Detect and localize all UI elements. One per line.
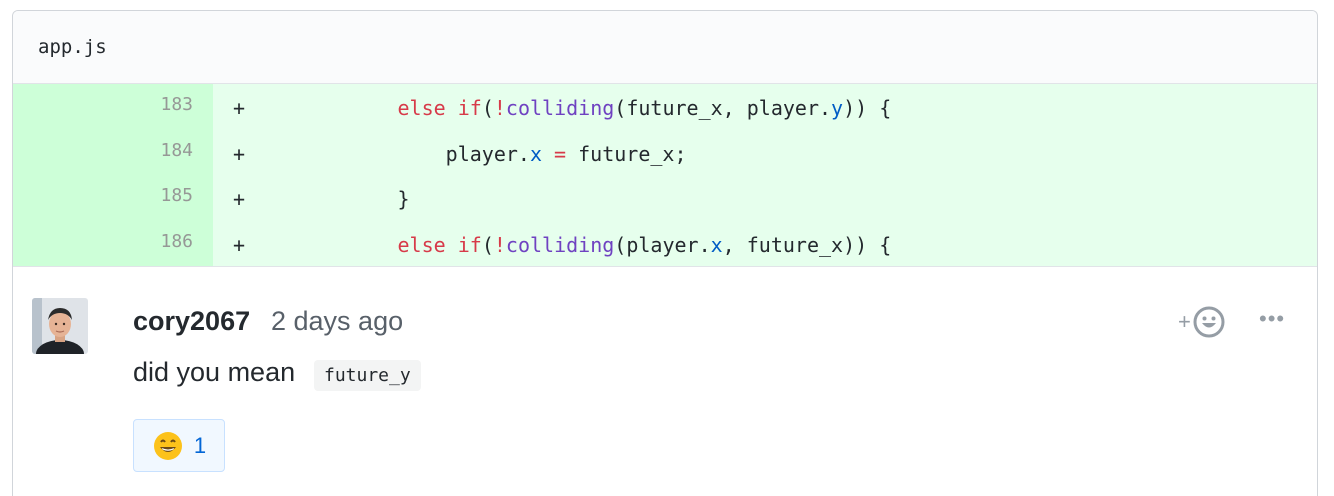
line-number[interactable]: 183 — [13, 84, 213, 130]
diff-marker: + — [233, 96, 246, 120]
line-number[interactable]: 184 — [13, 129, 213, 175]
diff-row: 186 + else if(!colliding(player.x, futur… — [13, 220, 1317, 266]
file-name[interactable]: app.js — [38, 36, 107, 58]
diff-marker: + — [233, 187, 246, 211]
diff-row: 185 + } — [13, 175, 1317, 221]
diff-marker: + — [233, 232, 246, 257]
comment-body: did you mean — [133, 357, 296, 387]
line-number[interactable]: 186 — [13, 220, 213, 266]
comment-author[interactable]: cory2067 — [133, 306, 250, 337]
comment-timestamp[interactable]: 2 days ago — [271, 306, 403, 337]
code-line: else if(!colliding(future_x, player.y)) … — [397, 96, 892, 120]
diff-row: 184 + player.x = future_x; — [13, 129, 1317, 175]
file-header: app.js — [13, 11, 1317, 84]
code-line: } — [397, 187, 410, 211]
plus-label: + — [1178, 309, 1191, 334]
line-number[interactable]: 185 — [13, 175, 213, 221]
inline-code: future_y — [314, 360, 421, 391]
reaction-button[interactable]: 1 — [133, 419, 225, 472]
smiley-icon — [1193, 306, 1225, 338]
diff-marker: + — [233, 141, 246, 166]
add-reaction-button[interactable]: + — [1178, 306, 1225, 338]
grinning-face-icon — [153, 431, 182, 460]
reaction-count: 1 — [193, 432, 207, 458]
diff-table: 183 + else if(!colliding(future_x, playe… — [13, 84, 1317, 266]
avatar[interactable] — [32, 298, 88, 354]
avatar-image — [32, 298, 88, 354]
code-line: else if(!colliding(player.x, future_x)) … — [397, 232, 892, 257]
more-options-icon[interactable]: ••• — [1259, 306, 1285, 332]
diff-row: 183 + else if(!colliding(future_x, playe… — [13, 84, 1317, 130]
divider — [13, 266, 1317, 267]
code-line: player.x = future_x; — [445, 141, 687, 166]
